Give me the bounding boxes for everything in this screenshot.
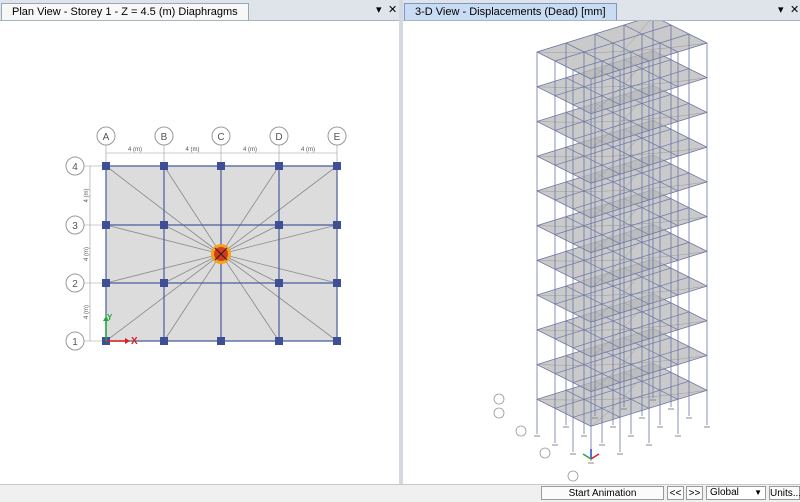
- grid-bubble: [493, 393, 505, 405]
- 3d-view-drawing: [493, 21, 710, 482]
- bay-dimension-label: 4 (m): [243, 147, 257, 153]
- 3d-building-model: [534, 21, 710, 464]
- previous-step-button[interactable]: <<: [667, 486, 684, 500]
- right-view-close-icon[interactable]: ✕: [790, 3, 799, 17]
- span-dimension-label: 4 (m): [84, 189, 90, 203]
- column-marker: [275, 162, 283, 170]
- tab-plan-view[interactable]: Plan View - Storey 1 - Z = 4.5 (m) Diaph…: [1, 3, 249, 20]
- column-marker: [160, 221, 168, 229]
- grid-bubble-label: 3: [72, 221, 78, 232]
- center-of-mass-marker: [211, 244, 231, 264]
- coordinate-system-value: Global: [710, 487, 739, 498]
- next-step-button[interactable]: >>: [686, 486, 703, 500]
- column-marker: [333, 337, 341, 345]
- column-marker: [275, 221, 283, 229]
- 3d-view-canvas[interactable]: [403, 21, 800, 484]
- x-axis-label: X: [131, 336, 138, 347]
- column-marker: [160, 337, 168, 345]
- column-marker: [217, 337, 225, 345]
- y-axis-label: Y: [107, 313, 113, 322]
- column-marker: [160, 279, 168, 287]
- grid-bubble-label: 4: [72, 162, 78, 173]
- column-marker: [102, 221, 110, 229]
- plan-view-canvas[interactable]: A B C D E 4 3 2 1 4 (m) 4 (m) 4 (m) 4 (m) 4 (m) 4 (m)…: [0, 21, 399, 484]
- grid-bubble: [493, 407, 505, 419]
- column-marker: [333, 221, 341, 229]
- grid-bubble-label: C: [217, 132, 224, 143]
- start-animation-button[interactable]: Start Animation: [541, 486, 664, 500]
- grid-bubble-label: A: [103, 132, 110, 143]
- status-bar: Start Animation << >> Global ▼ Units...: [0, 484, 800, 502]
- column-marker: [333, 162, 341, 170]
- left-view-menu-icon[interactable]: ▾: [376, 3, 382, 17]
- plan-view-drawing: A B C D E 4 3 2 1 4 (m) 4 (m) 4 (m) 4 (m) 4 (m) 4 (m)…: [65, 126, 347, 351]
- column-marker: [333, 279, 341, 287]
- grid-bubble: [539, 447, 551, 459]
- left-view-close-icon[interactable]: ✕: [388, 3, 397, 17]
- grid-bubble: [515, 425, 527, 437]
- span-dimension-label: 4 (m): [84, 305, 90, 319]
- right-view-menu-icon[interactable]: ▾: [778, 3, 784, 17]
- column-marker: [275, 279, 283, 287]
- column-marker: [160, 162, 168, 170]
- units-button[interactable]: Units...: [769, 486, 800, 500]
- column-marker: [275, 337, 283, 345]
- tab-3d-view[interactable]: 3-D View - Displacements (Dead) [mm]: [404, 3, 617, 20]
- left-view-tabbar: Plan View - Storey 1 - Z = 4.5 (m) Diaph…: [0, 0, 399, 21]
- tab-plan-view-label: Plan View - Storey 1 - Z = 4.5 (m) Diaph…: [12, 6, 238, 18]
- coordinate-system-select[interactable]: Global ▼: [706, 486, 766, 500]
- column-marker: [102, 162, 110, 170]
- chevron-down-icon: ▼: [754, 488, 762, 497]
- grid-bubble-label: 2: [72, 279, 78, 290]
- bay-dimension-label: 4 (m): [186, 147, 200, 153]
- bay-dimension-label: 4 (m): [301, 147, 315, 153]
- grid-bubble-label: E: [334, 132, 341, 143]
- column-marker: [217, 162, 225, 170]
- right-view-tabbar: 3-D View - Displacements (Dead) [mm] ▾ ✕: [403, 0, 800, 21]
- bay-dimension-label: 4 (m): [128, 147, 142, 153]
- grid-bubble-label: D: [275, 132, 282, 143]
- 3d-axes-indicator: [582, 449, 600, 460]
- span-dimension-label: 4 (m): [84, 247, 90, 261]
- grid-bubble-label: 1: [72, 337, 78, 348]
- column-marker: [102, 279, 110, 287]
- grid-bubble-label: B: [161, 132, 168, 143]
- tab-3d-view-label: 3-D View - Displacements (Dead) [mm]: [415, 6, 606, 18]
- grid-bubble: [567, 470, 579, 482]
